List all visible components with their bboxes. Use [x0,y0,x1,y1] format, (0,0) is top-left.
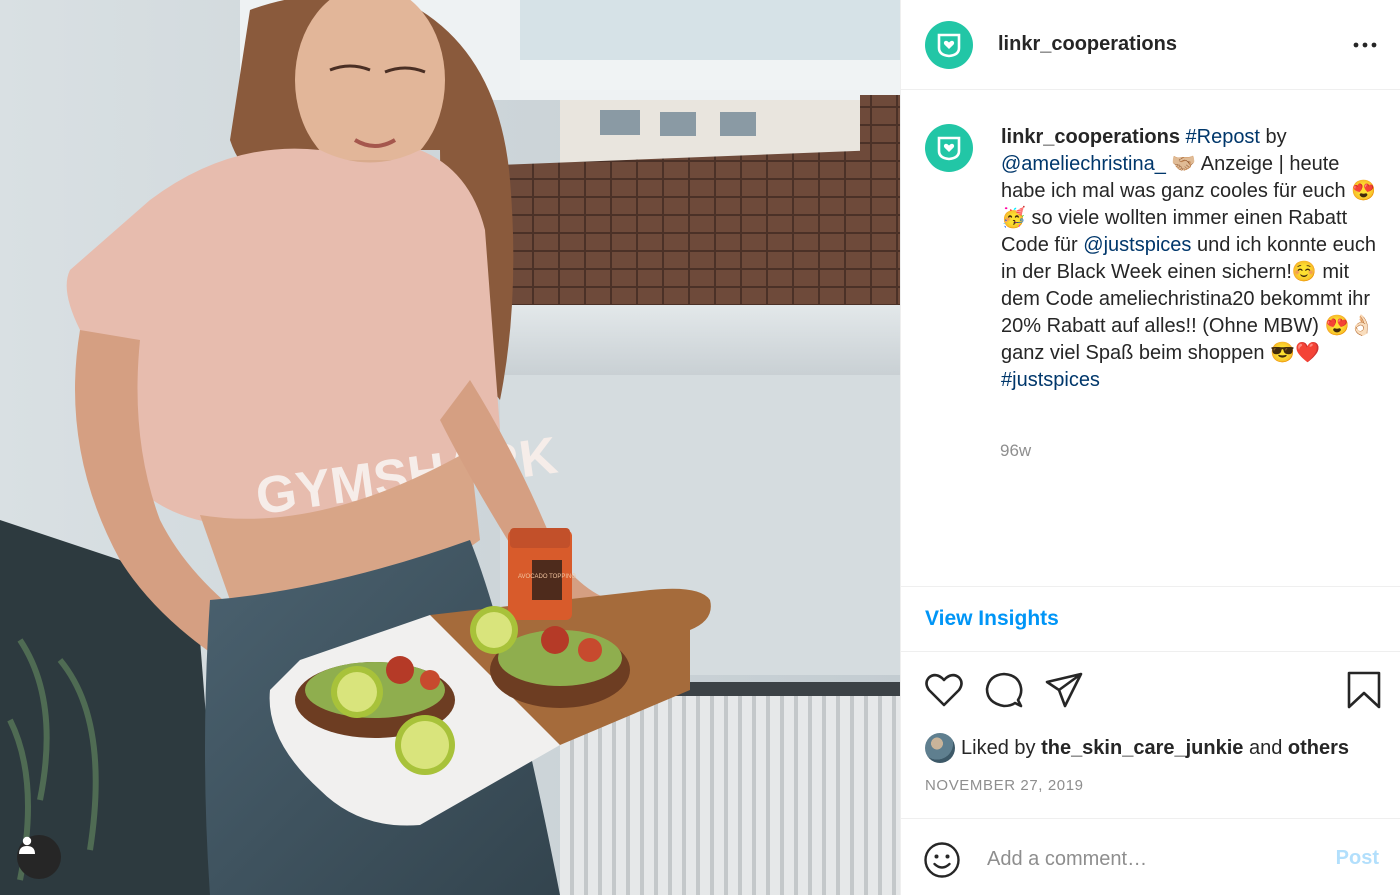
caption-emoji: 🤝🏼 [1165,153,1197,175]
liked-by: Liked by the_skin_care_junkie and others [925,733,1349,763]
comment-row: Post [901,818,1400,895]
comment-button[interactable] [983,669,1025,716]
like-button[interactable] [923,669,965,716]
hashtag-justspices[interactable]: #justspices [1001,369,1100,391]
more-options-button[interactable] [1350,30,1380,60]
post-header: linkr_cooperations [901,0,1400,90]
heart-icon [925,673,963,707]
share-icon [1045,672,1083,708]
post-photo[interactable]: GYMSHARK AVOCADO TOPPING [0,0,900,895]
bookmark-icon [1347,671,1381,709]
caption-by: by [1260,126,1287,148]
comment-input[interactable] [985,843,1319,875]
user-tag-button[interactable] [17,835,61,879]
mention-justspices[interactable]: @justspices [1083,234,1191,256]
liked-by-prefix: Liked by [961,736,1036,759]
mention-ameliechristina[interactable]: @ameliechristina_ [1001,153,1166,175]
instagram-post: GYMSHARK AVOCADO TOPPING linkr_cooperati… [0,0,1400,895]
emoji-icon [924,842,960,878]
hashtag-repost[interactable]: #Repost [1186,126,1261,148]
save-button[interactable] [1343,669,1385,716]
author-username[interactable]: linkr_cooperations [998,33,1350,56]
liker-username[interactable]: the_skin_care_junkie [1041,737,1243,760]
caption-username[interactable]: linkr_cooperations [1001,126,1180,148]
jar-label: AVOCADO TOPPING [518,574,576,580]
brand-logo-icon [937,136,961,161]
post-comment-button[interactable]: Post [1336,847,1379,870]
photo-illustration: GYMSHARK AVOCADO TOPPING [0,0,900,895]
brand-logo-icon [937,33,961,57]
action-bar [923,669,1383,713]
share-button[interactable] [1043,669,1085,716]
post-side-panel: linkr_cooperations linkr_cooperations #R… [900,0,1400,895]
comment-icon [985,672,1023,708]
liker-avatar[interactable] [925,733,955,763]
post-date: NOVEMBER 27, 2019 [925,777,1084,794]
author-avatar[interactable] [925,20,973,69]
caption-text: linkr_cooperations #Repost by @ameliechr… [1001,124,1381,394]
insights-row: View Insights [901,586,1400,652]
caption-avatar[interactable] [925,124,973,172]
liked-by-and: and [1243,736,1288,759]
user-tag-icon [19,836,35,854]
liked-by-others[interactable]: others [1288,737,1349,760]
view-insights-link[interactable]: View Insights [925,607,1059,631]
emoji-button[interactable] [923,841,961,884]
caption: linkr_cooperations #Repost by @ameliechr… [925,124,1385,394]
more-icon [1353,42,1377,47]
post-age[interactable]: 96w [1000,441,1031,461]
